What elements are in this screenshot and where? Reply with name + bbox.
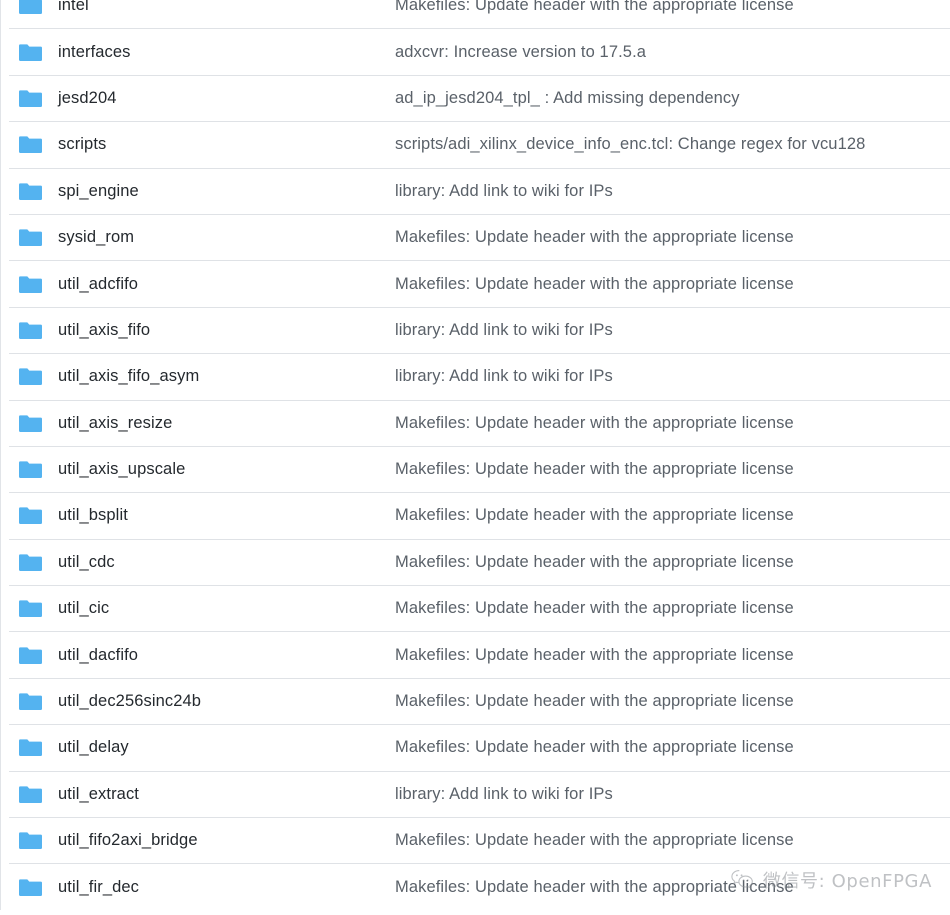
file-name[interactable]: sysid_rom xyxy=(47,228,395,247)
file-row[interactable]: util_axis_fifo library: Add link to wiki … xyxy=(9,306,950,354)
file-name[interactable]: util_adcfifo xyxy=(47,275,395,294)
file-name[interactable]: util_delay xyxy=(47,738,395,757)
folder-icon xyxy=(9,135,47,154)
folder-icon xyxy=(9,367,47,386)
file-name[interactable]: util_fifo2axi_bridge xyxy=(47,831,395,850)
file-name[interactable]: interfaces xyxy=(47,43,395,62)
folder-icon xyxy=(9,785,47,804)
folder-icon xyxy=(9,182,47,201)
folder-icon xyxy=(9,0,47,15)
commit-message[interactable]: Makefiles: Update header with the approp… xyxy=(395,599,950,618)
file-name[interactable]: util_dacfifo xyxy=(47,646,395,665)
file-name[interactable]: util_axis_fifo_asym xyxy=(47,367,395,386)
commit-message[interactable]: Makefiles: Update header with the approp… xyxy=(395,414,950,433)
commit-message[interactable]: library: Add link to wiki for IPs xyxy=(395,785,950,804)
commit-message[interactable]: Makefiles: Update header with the approp… xyxy=(395,738,950,757)
file-name[interactable]: intel xyxy=(47,0,395,15)
file-row[interactable]: util_extract library: Add link to wiki fo… xyxy=(9,770,950,818)
file-name[interactable]: util_axis_upscale xyxy=(47,460,395,479)
file-row[interactable]: util_axis_resize Makefiles: Update header… xyxy=(9,399,950,446)
file-row[interactable]: util_dacfifo Makefiles: Update header wit… xyxy=(9,631,950,678)
commit-message[interactable]: ad_ip_jesd204_tpl_ : Add missing depende… xyxy=(395,89,950,108)
folder-icon xyxy=(9,89,47,108)
folder-icon xyxy=(9,321,47,340)
commit-message[interactable]: Makefiles: Update header with the approp… xyxy=(395,646,950,665)
file-row[interactable]: scripts scripts/adi_xilinx_device_info_en… xyxy=(9,121,950,168)
file-row[interactable]: util_fir_dec Makefiles: Update header wit… xyxy=(9,863,950,910)
commit-message[interactable]: Makefiles: Update header with the approp… xyxy=(395,553,950,572)
file-row[interactable]: util_adcfifo Makefiles: Update header wit… xyxy=(9,260,950,307)
commit-message[interactable]: Makefiles: Update header with the approp… xyxy=(395,506,950,525)
file-name[interactable]: util_axis_resize xyxy=(47,414,395,433)
file-row[interactable]: util_axis_fifo_asym library: Add link to … xyxy=(9,353,950,400)
commit-message[interactable]: adxcvr: Increase version to 17.5.a xyxy=(395,43,950,62)
file-row[interactable]: util_cic Makefiles: Update header with th… xyxy=(9,585,950,632)
file-row[interactable]: spi_engine library: Add link to wiki for … xyxy=(9,167,950,214)
file-row[interactable]: interfaces adxcvr: Increase version to 17… xyxy=(9,28,950,75)
file-name[interactable]: util_cdc xyxy=(47,553,395,572)
file-name[interactable]: util_cic xyxy=(47,599,395,618)
file-name[interactable]: util_axis_fifo xyxy=(47,321,395,340)
folder-icon xyxy=(9,831,47,850)
file-row[interactable]: util_fifo2axi_bridge Makefiles: Update he… xyxy=(9,817,950,864)
folder-icon xyxy=(9,553,47,572)
folder-icon xyxy=(9,738,47,757)
commit-message[interactable]: scripts/adi_xilinx_device_info_enc.tcl: … xyxy=(395,135,950,154)
commit-message[interactable]: Makefiles: Update header with the approp… xyxy=(395,228,950,247)
file-row[interactable]: sysid_rom Makefiles: Update header with t… xyxy=(9,213,950,261)
commit-message[interactable]: Makefiles: Update header with the approp… xyxy=(395,831,950,850)
file-list: intel Makefiles: Update header with the a… xyxy=(0,0,950,910)
commit-message[interactable]: library: Add link to wiki for IPs xyxy=(395,321,950,340)
folder-icon xyxy=(9,228,47,247)
file-row[interactable]: util_delay Makefiles: Update header with … xyxy=(9,724,950,771)
folder-icon xyxy=(9,599,47,618)
folder-icon xyxy=(9,414,47,433)
commit-message[interactable]: Makefiles: Update header with the approp… xyxy=(395,692,950,711)
folder-icon xyxy=(9,506,47,525)
file-row[interactable]: util_bsplit Makefiles: Update header with… xyxy=(9,492,950,539)
file-name[interactable]: util_fir_dec xyxy=(47,878,395,897)
commit-message[interactable]: library: Add link to wiki for IPs xyxy=(395,182,950,201)
file-row[interactable]: intel Makefiles: Update header with the a… xyxy=(9,0,950,29)
file-browser: intel Makefiles: Update header with the a… xyxy=(0,0,950,915)
commit-message[interactable]: Makefiles: Update header with the approp… xyxy=(395,460,950,479)
commit-message[interactable]: Makefiles: Update header with the approp… xyxy=(395,275,950,294)
commit-message[interactable]: Makefiles: Update header with the approp… xyxy=(395,0,950,15)
folder-icon xyxy=(9,275,47,294)
file-name[interactable]: util_extract xyxy=(47,785,395,804)
folder-icon xyxy=(9,692,47,711)
file-name[interactable]: scripts xyxy=(47,135,395,154)
commit-message[interactable]: Makefiles: Update header with the approp… xyxy=(395,878,950,897)
folder-icon xyxy=(9,646,47,665)
file-name[interactable]: util_bsplit xyxy=(47,506,395,525)
file-row[interactable]: util_axis_upscale Makefiles: Update heade… xyxy=(9,445,950,493)
folder-icon xyxy=(9,43,47,62)
folder-icon xyxy=(9,460,47,479)
file-name[interactable]: jesd204 xyxy=(47,89,395,108)
file-name[interactable]: util_dec256sinc24b xyxy=(47,692,395,711)
folder-icon xyxy=(9,878,47,897)
file-row[interactable]: jesd204 ad_ip_jesd204_tpl_ : Add missing … xyxy=(9,74,950,122)
commit-message[interactable]: library: Add link to wiki for IPs xyxy=(395,367,950,386)
file-name[interactable]: spi_engine xyxy=(47,182,395,201)
file-row[interactable]: util_dec256sinc24b Makefiles: Update head… xyxy=(9,677,950,725)
file-row[interactable]: util_cdc Makefiles: Update header with th… xyxy=(9,538,950,586)
